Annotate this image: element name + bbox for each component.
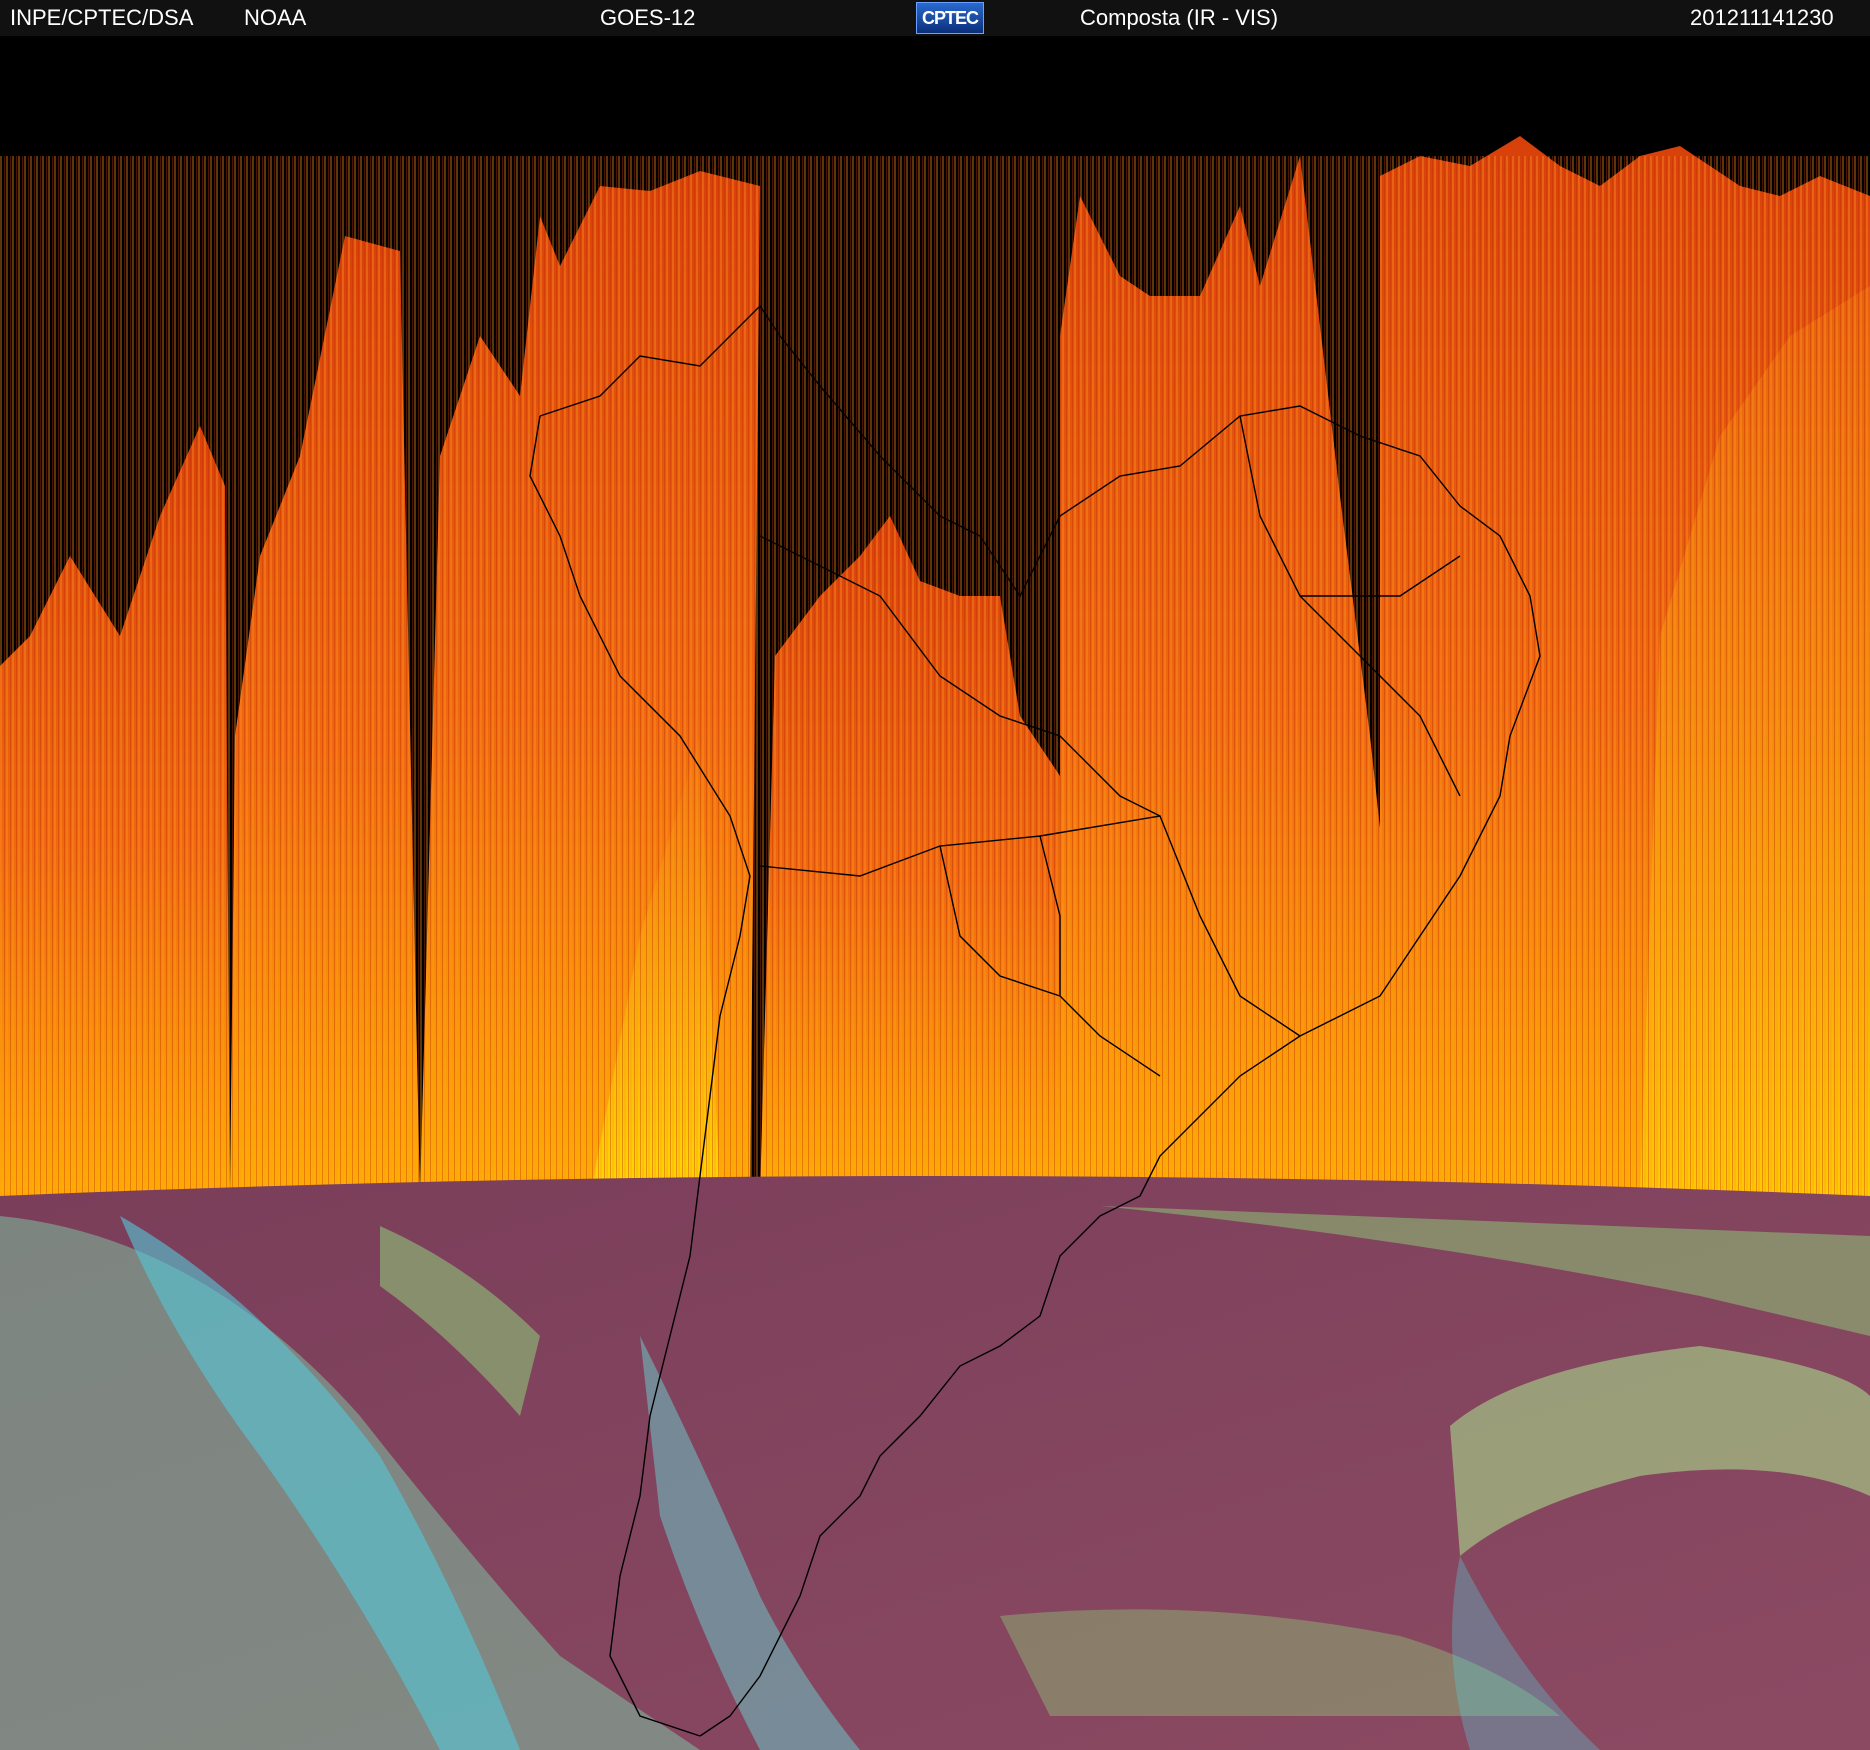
composite-satellite-map bbox=[0, 36, 1870, 1750]
agency-label: NOAA bbox=[244, 5, 307, 30]
timestamp-label: 201211141230 bbox=[1690, 5, 1834, 30]
cptec-logo: CPTEC bbox=[916, 2, 984, 34]
satellite-label: GOES-12 bbox=[600, 5, 696, 30]
product-label: Composta (IR - VIS) bbox=[1080, 5, 1279, 30]
map-canvas bbox=[0, 36, 1870, 1750]
source-label: INPE/CPTEC/DSA bbox=[10, 5, 194, 30]
visible-composite bbox=[0, 1176, 1870, 1750]
satellite-image-frame: INPE/CPTEC/DSA NOAA GOES-12 CPTEC Compos… bbox=[0, 0, 1870, 1750]
ir-curtains bbox=[0, 136, 1870, 1206]
header-bar: INPE/CPTEC/DSA NOAA GOES-12 CPTEC Compos… bbox=[0, 0, 1870, 36]
